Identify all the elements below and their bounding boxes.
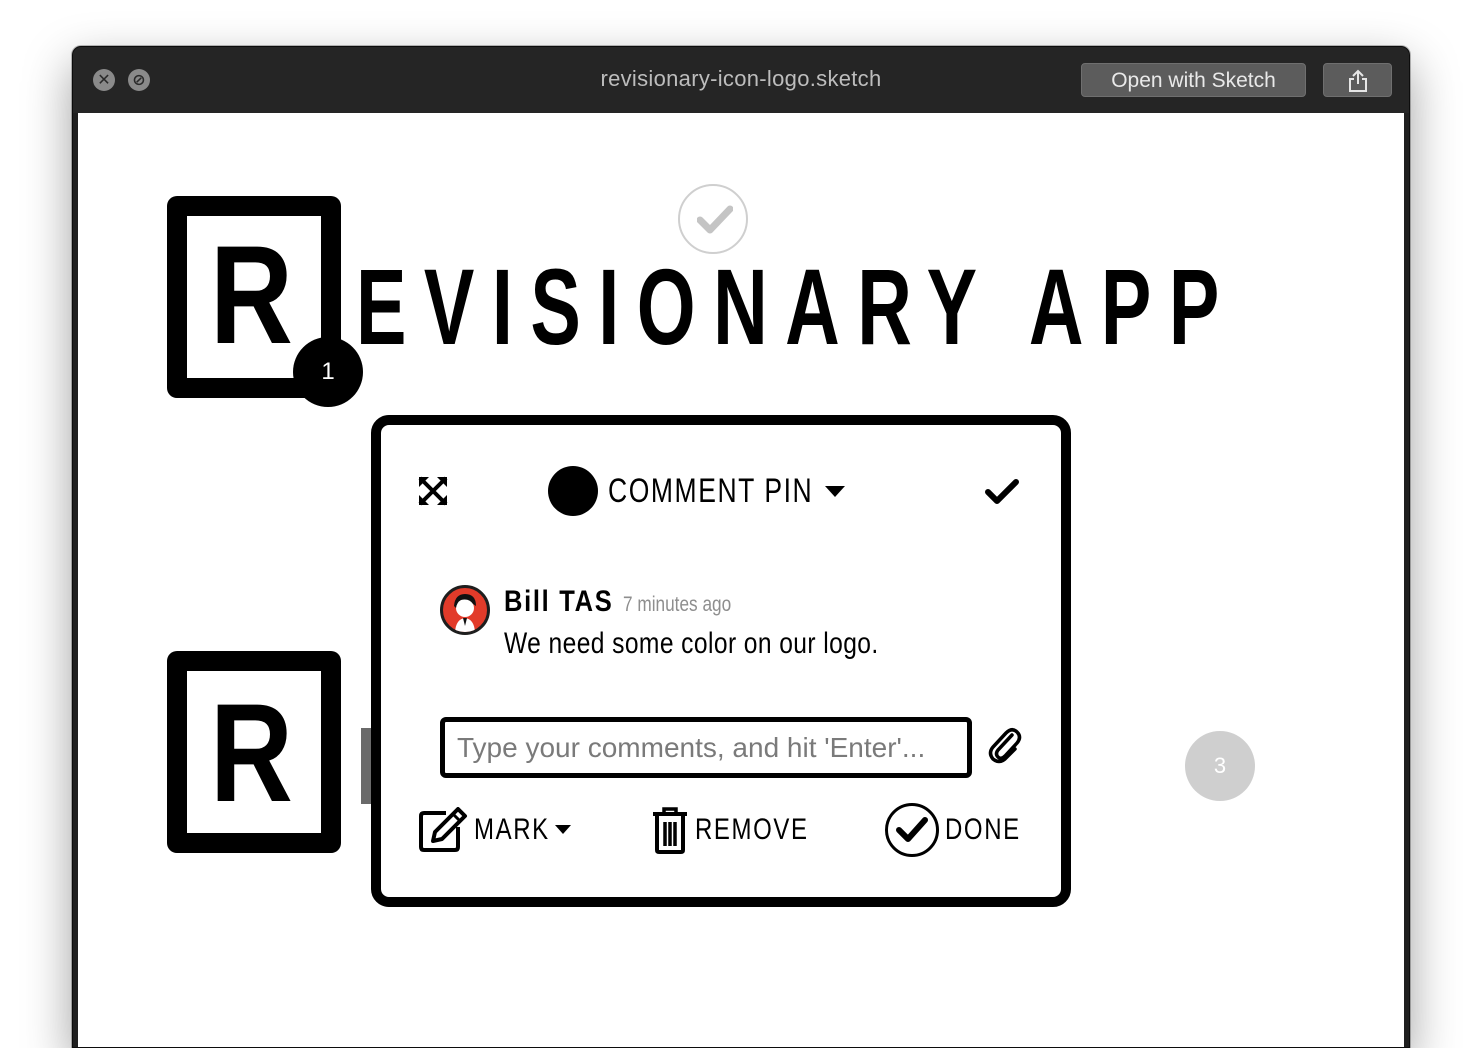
trash-icon [653, 807, 687, 854]
expand-button[interactable] [417, 475, 449, 512]
title-bar: ✕ ⊘ revisionary-icon-logo.sketch Open wi… [73, 47, 1409, 113]
logo-partial-shape [361, 728, 371, 804]
app-window: ✕ ⊘ revisionary-icon-logo.sketch Open wi… [72, 46, 1410, 1048]
expand-icon [418, 476, 448, 506]
attach-file-button[interactable] [986, 723, 1024, 772]
open-with-sketch-button[interactable]: Open with Sketch [1081, 63, 1306, 97]
done-circle [885, 803, 939, 857]
done-button[interactable]: DONE [885, 803, 1040, 857]
design-canvas: R EVISIONARY APP R 1 3 COMMENT PIN Bill … [78, 113, 1404, 1047]
paperclip-icon [988, 728, 1022, 764]
comment-pin-3[interactable]: 3 [1185, 731, 1255, 801]
comment-author: Bill TAS [504, 585, 614, 618]
comment-timestamp: 7 minutes ago [623, 593, 732, 616]
check-icon [985, 479, 1019, 504]
comment-pin-1[interactable]: 1 [293, 337, 363, 407]
logo-letter: R [210, 216, 293, 373]
share-button[interactable] [1323, 63, 1392, 97]
approve-check-button[interactable] [678, 184, 748, 254]
logo-letter-2: R [210, 674, 293, 831]
mark-button[interactable]: MARK [418, 803, 571, 857]
comment-text: We need some color on our logo. [504, 627, 879, 660]
resolve-check-button[interactable] [985, 478, 1019, 511]
user-portrait-icon [454, 594, 476, 632]
logo-wordmark: EVISIONARY APP [356, 246, 1237, 367]
mark-label: MARK [474, 813, 550, 846]
remove-label: REMOVE [695, 813, 809, 846]
comment-input[interactable] [440, 717, 972, 778]
avatar [440, 585, 490, 635]
check-icon [896, 817, 928, 842]
pin-type-label: COMMENT PIN [608, 471, 814, 510]
remove-button[interactable]: REMOVE [651, 803, 837, 857]
pin-color-dot [548, 466, 598, 516]
chevron-down-icon [554, 825, 571, 834]
done-label: DONE [945, 813, 1021, 846]
edit-icon [419, 807, 467, 852]
chevron-down-icon [825, 486, 845, 497]
comment-popup: COMMENT PIN Bill TAS 7 minutes ago We ne… [371, 415, 1071, 907]
check-icon [697, 205, 733, 234]
share-icon [1348, 69, 1367, 92]
pin-type-selector[interactable]: COMMENT PIN [548, 466, 871, 516]
